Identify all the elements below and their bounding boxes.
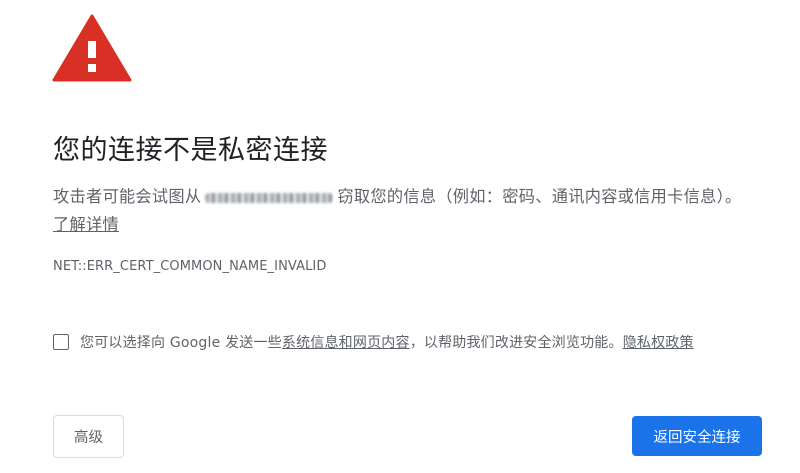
privacy-policy-link[interactable]: 隐私权政策 xyxy=(623,335,694,351)
optin-text-before-link: 您可以选择向 Google 发送一些 xyxy=(80,335,282,351)
warning-message: 攻击者可能会试图从 窃取您的信息（例如：密码、通讯内容或信用卡信息）。了解详情 xyxy=(53,183,753,239)
error-code: NET::ERR_CERT_COMMON_NAME_INVALID xyxy=(53,259,327,274)
system-info-link[interactable]: 系统信息和网页内容 xyxy=(282,335,410,351)
warning-triangle-icon xyxy=(52,14,132,82)
back-to-safety-button[interactable]: 返回安全连接 xyxy=(632,416,762,456)
advanced-button[interactable]: 高级 xyxy=(53,415,124,458)
blurred-hostname xyxy=(205,192,334,203)
optin-text-middle: ，以帮助我们改进安全浏览功能。 xyxy=(409,335,623,351)
page-title: 您的连接不是私密连接 xyxy=(53,135,328,166)
learn-more-link[interactable]: 了解详情 xyxy=(53,215,119,234)
safe-browsing-optin: 您可以选择向 Google 发送一些系统信息和网页内容，以帮助我们改进安全浏览功… xyxy=(53,332,694,352)
optin-text: 您可以选择向 Google 发送一些系统信息和网页内容，以帮助我们改进安全浏览功… xyxy=(80,332,694,352)
message-text-after-host: 窃取您的信息（例如：密码、通讯内容或信用卡信息）。 xyxy=(337,187,742,206)
message-text-before-host: 攻击者可能会试图从 xyxy=(53,187,202,206)
optin-checkbox[interactable] xyxy=(53,334,69,350)
